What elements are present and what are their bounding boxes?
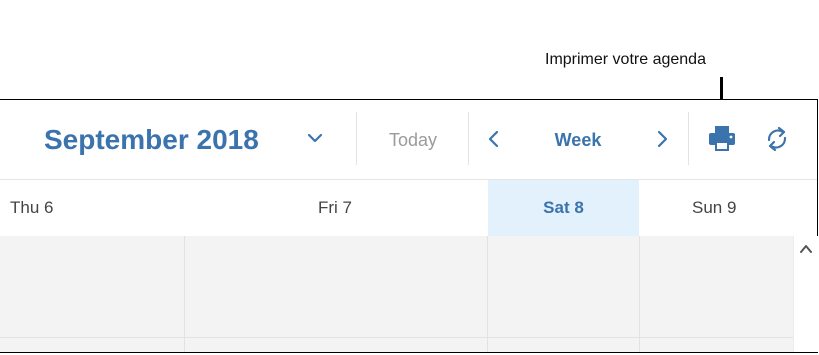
- printer-icon[interactable]: [706, 124, 738, 154]
- month-title[interactable]: September 2018: [44, 124, 259, 156]
- calendar-toolbar: September 2018 Today Week: [0, 100, 817, 179]
- chevron-left-icon[interactable]: [485, 128, 503, 150]
- day-header-row: Thu 6 Fri 7 Sat 8 Sun 9: [0, 179, 817, 237]
- day-header-sun[interactable]: Sun 9: [692, 180, 792, 236]
- toolbar-divider: [688, 112, 689, 165]
- toolbar-divider: [356, 112, 357, 165]
- grid-column-divider: [487, 236, 488, 352]
- chevron-right-icon[interactable]: [653, 128, 671, 150]
- toolbar-divider: [468, 112, 469, 165]
- chevron-up-icon[interactable]: [798, 242, 814, 256]
- chevron-down-icon[interactable]: [305, 128, 325, 148]
- calendar-widget: September 2018 Today Week Thu 6 Fri 7 Sa…: [0, 99, 818, 353]
- day-header-sat[interactable]: Sat 8: [488, 180, 639, 236]
- print-annotation-label: Imprimer votre agenda: [545, 51, 706, 68]
- refresh-icon[interactable]: [763, 125, 791, 153]
- grid-column-divider: [639, 236, 640, 352]
- day-header-thu[interactable]: Thu 6: [10, 180, 180, 236]
- day-header-fri[interactable]: Fri 7: [318, 180, 478, 236]
- time-grid[interactable]: [0, 236, 793, 352]
- grid-row-divider: [0, 337, 793, 338]
- view-mode-label[interactable]: Week: [530, 126, 626, 154]
- grid-column-divider: [184, 236, 185, 352]
- vertical-scrollbar[interactable]: [793, 236, 818, 352]
- today-button[interactable]: Today: [358, 126, 468, 154]
